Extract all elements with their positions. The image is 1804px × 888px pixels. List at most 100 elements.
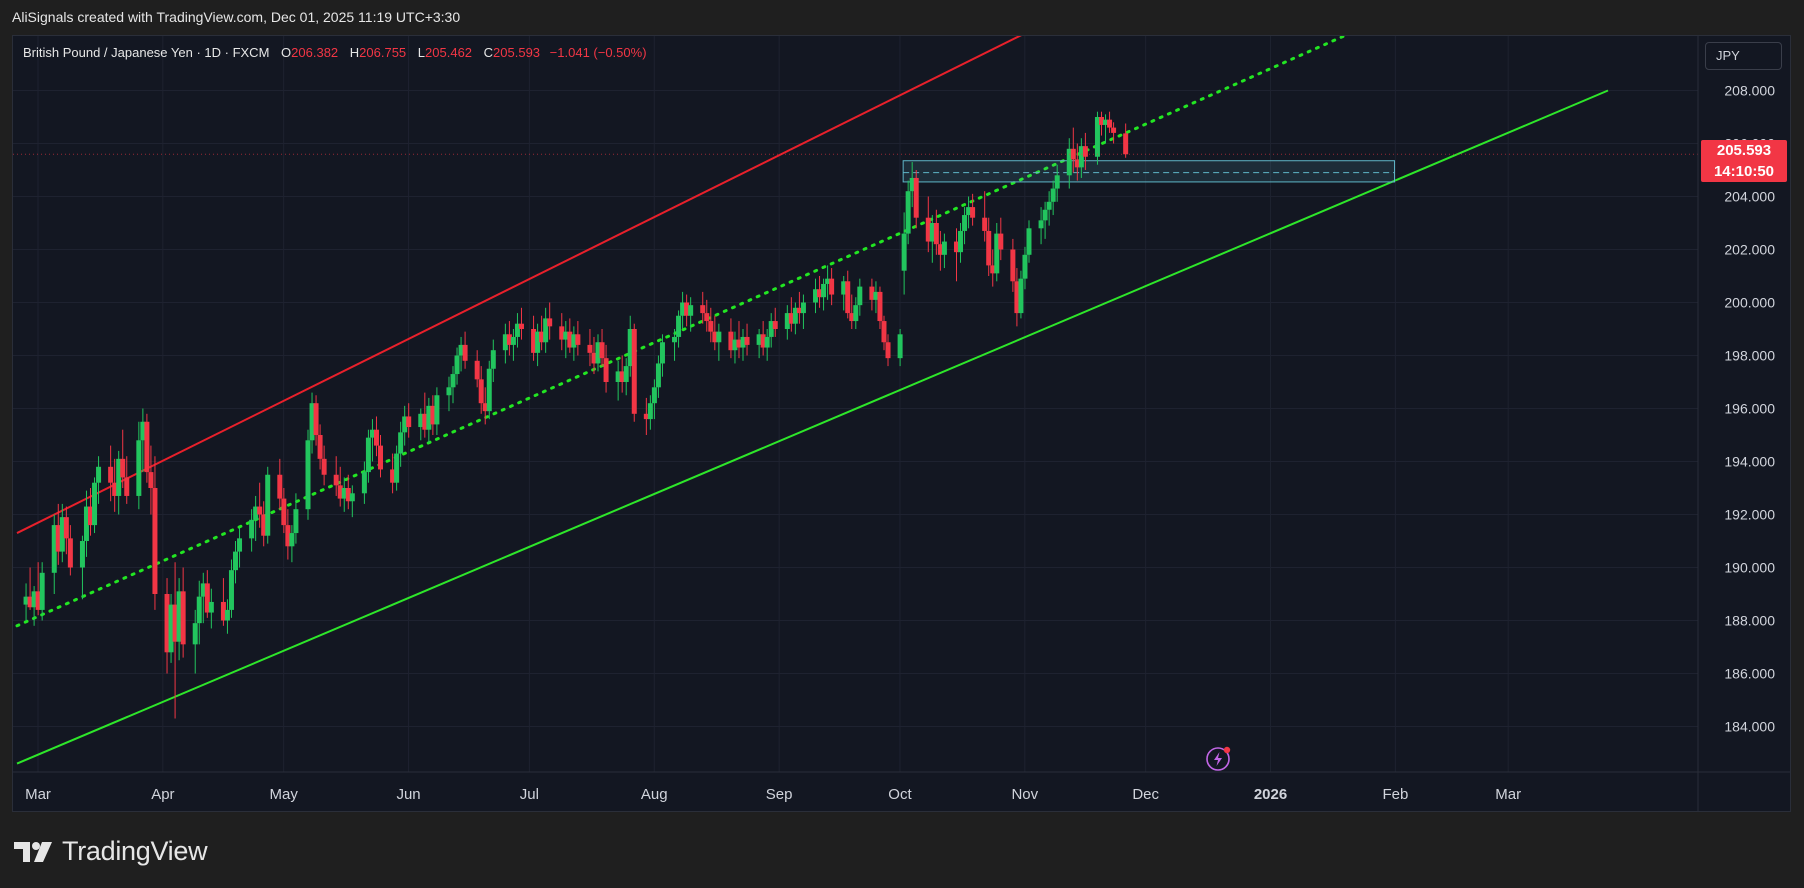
candle: [800, 294, 806, 329]
low-label: L: [417, 45, 426, 60]
candle-body: [631, 329, 637, 414]
candle-body: [800, 302, 806, 314]
candle-body: [518, 323, 524, 329]
candle-body: [676, 315, 682, 337]
y-tick-label: 202.000: [1724, 242, 1775, 258]
candle-body: [1111, 127, 1117, 133]
candle: [829, 268, 835, 306]
candle: [92, 477, 98, 534]
candle-body: [829, 278, 835, 295]
candle-body: [998, 233, 1004, 250]
midline-trendline: [15, 36, 1348, 628]
candle-body: [192, 623, 198, 645]
x-tick-label: Jul: [520, 786, 539, 803]
candle-body: [39, 572, 45, 610]
candle-body: [124, 477, 130, 496]
candle-body: [398, 432, 404, 454]
candle-body: [79, 541, 85, 568]
candle-body: [1042, 209, 1048, 221]
candle-body: [293, 509, 299, 534]
x-tick-label: Feb: [1382, 786, 1408, 803]
candle-body: [394, 453, 400, 483]
candle-body: [277, 474, 283, 499]
candle: [897, 329, 903, 367]
close-label: C: [483, 45, 494, 60]
candle-body: [228, 570, 234, 610]
y-tick-label: 194.000: [1724, 454, 1775, 470]
x-tick-label: Apr: [151, 786, 174, 803]
candle-body: [772, 321, 778, 329]
candle-body: [905, 191, 911, 234]
y-tick-label: 184.000: [1724, 719, 1775, 735]
candle: [434, 387, 440, 435]
close-value: 205.593: [493, 45, 541, 60]
candle-body: [208, 601, 214, 613]
candle-body: [1050, 188, 1056, 202]
candle-body: [249, 519, 255, 539]
y-tick-label: 190.000: [1724, 560, 1775, 576]
change-value: −1.041 (−0.50%): [549, 45, 647, 60]
candle-body: [180, 591, 186, 645]
x-tick-label: Aug: [641, 786, 668, 803]
candle-body: [1107, 119, 1113, 128]
candle: [337, 466, 343, 507]
candle-body: [901, 233, 907, 271]
y-tick-label: 208.000: [1724, 83, 1775, 99]
x-tick-label: May: [270, 786, 299, 803]
candle-body: [454, 355, 460, 375]
x-tick-label: Nov: [1011, 786, 1038, 803]
candle-body: [986, 230, 992, 266]
candle: [486, 360, 492, 420]
candle-body: [958, 230, 964, 253]
candle-body: [510, 336, 516, 345]
x-tick-label: Sep: [766, 786, 793, 803]
x-tick-label: Mar: [1495, 786, 1521, 803]
currency-button[interactable]: JPY: [1705, 42, 1782, 70]
y-tick-label: 200.000: [1724, 295, 1775, 311]
candle-body: [885, 342, 891, 359]
candle-body: [1026, 228, 1032, 255]
candle-body: [897, 334, 903, 359]
bar-countdown: 14:10:50: [1713, 163, 1775, 180]
candle: [744, 323, 750, 356]
candle-body: [224, 609, 230, 621]
candles-layer: [13, 111, 1698, 719]
candle-body: [490, 350, 496, 369]
candle-body: [478, 379, 484, 404]
candle-body: [361, 472, 367, 494]
candle: [1123, 123, 1129, 158]
candle: [39, 562, 45, 621]
candle: [631, 323, 637, 422]
candle-body: [289, 533, 295, 547]
candle-body: [659, 342, 665, 364]
candle-body: [313, 403, 319, 435]
candle-body: [257, 506, 263, 515]
candle-body: [599, 342, 605, 359]
candle: [265, 466, 271, 544]
price-chart[interactable]: 184.000 186.000 188.000 190.000 192.000 194.0…: [0, 0, 1804, 888]
candle-body: [349, 493, 355, 502]
candle-body: [144, 421, 150, 473]
candle-body: [877, 291, 883, 322]
y-tick-label: 188.000: [1724, 613, 1775, 629]
candle: [845, 270, 851, 319]
candle: [79, 535, 85, 600]
candle-body: [196, 596, 202, 624]
candle-body: [446, 387, 452, 396]
y-tick-label: 198.000: [1724, 348, 1775, 364]
x-tick-label: Jun: [396, 786, 420, 803]
candle-body: [474, 360, 480, 380]
candle-body: [63, 517, 69, 539]
symbol-title[interactable]: British Pound / Japanese Yen · 1D · FXCM: [23, 45, 269, 60]
candle-body: [651, 387, 657, 404]
tradingview-logo[interactable]: TradingView: [14, 836, 208, 867]
candle-body: [655, 363, 661, 388]
candle-body: [321, 458, 327, 475]
candle-body: [881, 321, 887, 343]
x-tick-label: Dec: [1132, 786, 1159, 803]
y-tick-label: 186.000: [1724, 666, 1775, 682]
lightning-bolt-icon[interactable]: [1204, 743, 1234, 773]
support-trendline: [16, 89, 1609, 765]
candle-body: [1018, 278, 1024, 314]
candle-body: [700, 305, 706, 314]
